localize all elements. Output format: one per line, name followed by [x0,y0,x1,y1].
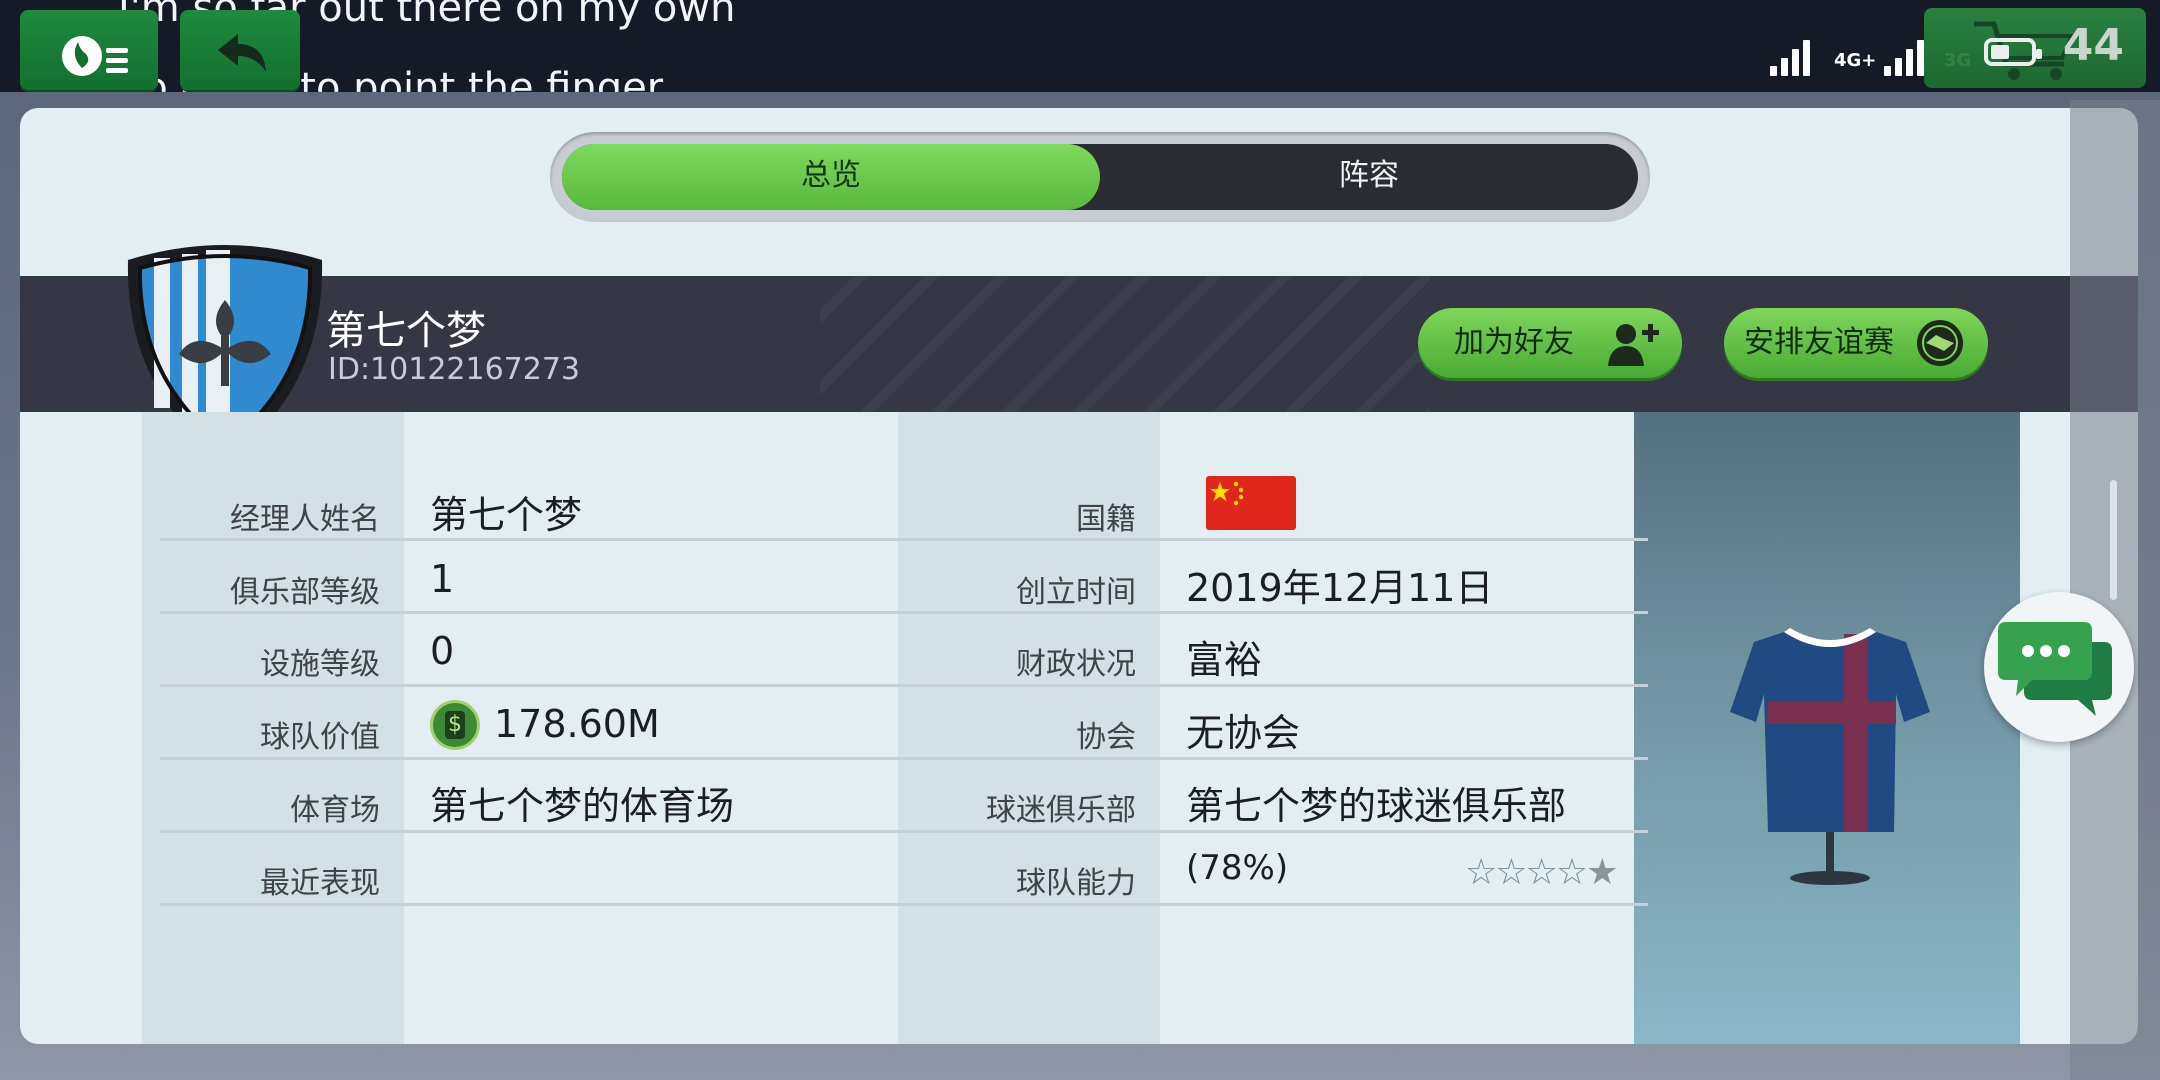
stadium-label: 体育场 [290,793,380,828]
fan-club-value: 第七个梦的球迷俱乐部 [1186,784,1567,828]
facility-level-label: 设施等级 [260,647,380,682]
club-level-value: 1 [430,557,455,601]
cart-count: 44 [2062,20,2124,71]
club-id: ID:10122167273 [328,352,581,387]
view-toggle: 总览 阵容 [550,132,1650,222]
signal-icon-1 [1770,26,1820,76]
back-icon [218,34,266,72]
scrollbar[interactable] [2110,480,2117,600]
club-profile-panel: 总览 阵容 第七个梦 ID:10122167273 加为好友 安排友谊赛 经理人… [20,108,2138,1044]
founded-value: 2019年12月11日 [1186,566,1494,610]
nationality-label: 国籍 [1076,502,1136,537]
stadium-value: 第七个梦的体育场 [430,784,735,828]
add-friend-button[interactable]: 加为好友 [1418,308,1682,378]
team-value-value: 178.60M [494,702,660,746]
arrange-friendly-button[interactable]: 安排友谊赛 [1724,308,1988,378]
star-empty-icon: ☆☆☆☆ [1465,852,1588,893]
jersey-display [1634,412,2020,1044]
manager-name-value: 第七个梦 [430,493,583,537]
team-ability-value: (78%) [1186,848,1289,888]
network-type-1: 4G+ [1834,50,1877,71]
add-friend-label: 加为好友 [1454,325,1574,360]
cart-button[interactable]: 44 [1924,8,2146,88]
menu-icon [62,36,128,76]
china-flag-icon [1206,476,1296,530]
chat-icon [1998,622,2112,716]
team-rating-stars: ☆☆☆☆★ [1465,852,1618,893]
club-level-label: 俱乐部等级 [230,575,380,610]
status-bar: I'm so far out there on my own So quick … [0,0,2160,92]
finance-value: 富裕 [1186,638,1263,682]
team-ability-label: 球队能力 [1016,866,1136,901]
association-label: 协会 [1076,720,1136,755]
tab-squad[interactable]: 阵容 [1100,144,1638,210]
association-value: 无协会 [1186,711,1301,755]
founded-label: 创立时间 [1016,575,1136,610]
arrange-friendly-label: 安排友谊赛 [1744,325,1894,360]
fan-club-label: 球迷俱乐部 [986,793,1136,828]
menu-button[interactable] [20,10,158,90]
club-name: 第七个梦 [326,308,486,354]
back-button[interactable] [180,10,300,90]
chat-button[interactable] [1984,592,2134,742]
manager-name-label: 经理人姓名 [230,502,380,537]
tab-overview[interactable]: 总览 [562,144,1100,210]
finance-label: 财政状况 [1016,647,1136,682]
battery-icon [1984,38,2042,66]
money-icon: $ [430,700,480,750]
add-user-icon [1608,324,1659,366]
jersey-icon [1730,628,1930,885]
recent-form-label: 最近表现 [260,866,380,901]
facility-level-value: 0 [430,629,455,673]
handshake-icon [1917,320,1963,366]
star-filled-icon: ★ [1586,852,1618,893]
team-value-label: 球队价值 [260,720,380,755]
